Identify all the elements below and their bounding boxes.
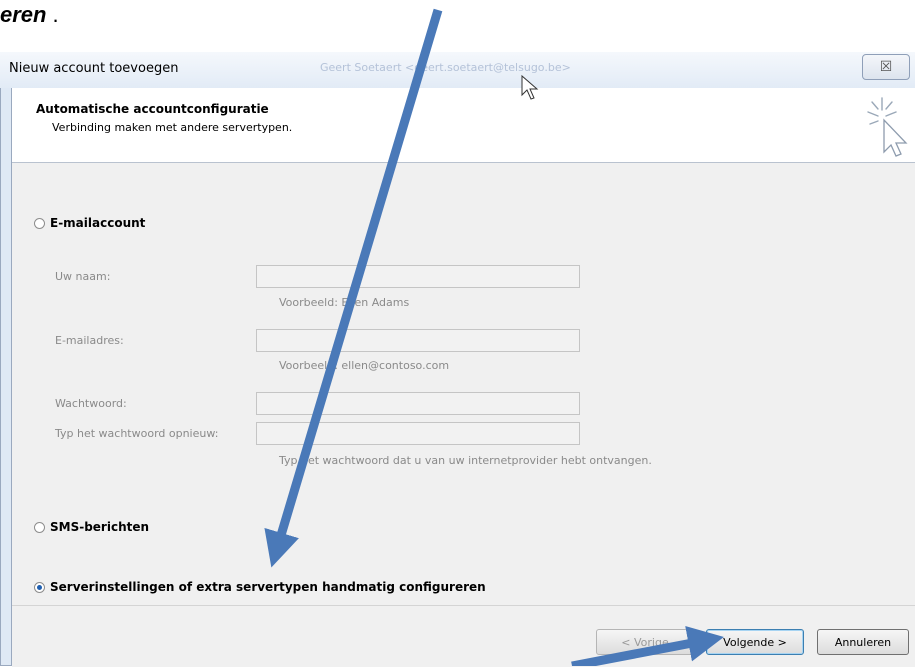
manual-config-option[interactable]: Serverinstellingen of extra servertypen … xyxy=(34,580,486,594)
email-account-label: E-mailaccount xyxy=(50,216,146,230)
wizard-cursor-icon xyxy=(867,97,908,157)
name-hint: Voorbeeld: Ellen Adams xyxy=(279,296,410,309)
password-repeat-input[interactable] xyxy=(256,422,580,445)
email-hint: Voorbeeld: ellen@contoso.com xyxy=(279,359,450,372)
name-input[interactable] xyxy=(256,265,580,288)
sms-label: SMS-berichten xyxy=(50,520,150,534)
cancel-button[interactable]: Annuleren xyxy=(817,629,909,655)
caption-trailing: . xyxy=(52,2,59,27)
email-account-option[interactable]: E-mailaccount xyxy=(34,216,145,230)
blurred-account-title: Geert Soetaert <geert.soetaert@telsugo.b… xyxy=(320,61,571,74)
sms-radio[interactable] xyxy=(34,521,45,533)
form-content: E-mailaccount Uw naam: Voorbeeld: Ellen … xyxy=(12,163,915,605)
button-bar: < Vorige Volgende > Annuleren xyxy=(12,605,915,667)
header-title: Automatische accountconfiguratie xyxy=(36,102,269,116)
manual-config-label: Serverinstellingen of extra servertypen … xyxy=(50,580,486,594)
header-band: Automatische accountconfiguratie Verbind… xyxy=(12,88,915,163)
caption-text: eren xyxy=(0,2,47,27)
email-account-radio[interactable] xyxy=(34,217,45,229)
top-caption: eren. xyxy=(0,2,59,28)
close-button[interactable]: ☒ xyxy=(862,54,910,80)
dialog-window: Nieuw account toevoegen Geert Soetaert <… xyxy=(0,52,915,667)
password-input[interactable] xyxy=(256,392,580,415)
sms-option[interactable]: SMS-berichten xyxy=(34,520,149,534)
back-button[interactable]: < Vorige xyxy=(596,629,694,655)
name-label: Uw naam: xyxy=(55,270,111,283)
dialog-client: Automatische accountconfiguratie Verbind… xyxy=(11,88,915,667)
close-icon: ☒ xyxy=(879,59,893,75)
password-hint: Typ het wachtwoord dat u van uw internet… xyxy=(279,454,652,467)
header-subtitle: Verbinding maken met andere servertypen. xyxy=(52,121,293,134)
manual-config-radio[interactable] xyxy=(34,581,45,593)
password-repeat-label: Typ het wachtwoord opnieuw: xyxy=(55,427,219,440)
password-label: Wachtwoord: xyxy=(55,397,127,410)
window-title: Nieuw account toevoegen xyxy=(9,61,179,76)
next-button[interactable]: Volgende > xyxy=(706,629,804,655)
email-input[interactable] xyxy=(256,329,580,352)
email-label: E-mailadres: xyxy=(55,334,124,347)
title-bar[interactable]: Nieuw account toevoegen Geert Soetaert <… xyxy=(0,52,915,88)
